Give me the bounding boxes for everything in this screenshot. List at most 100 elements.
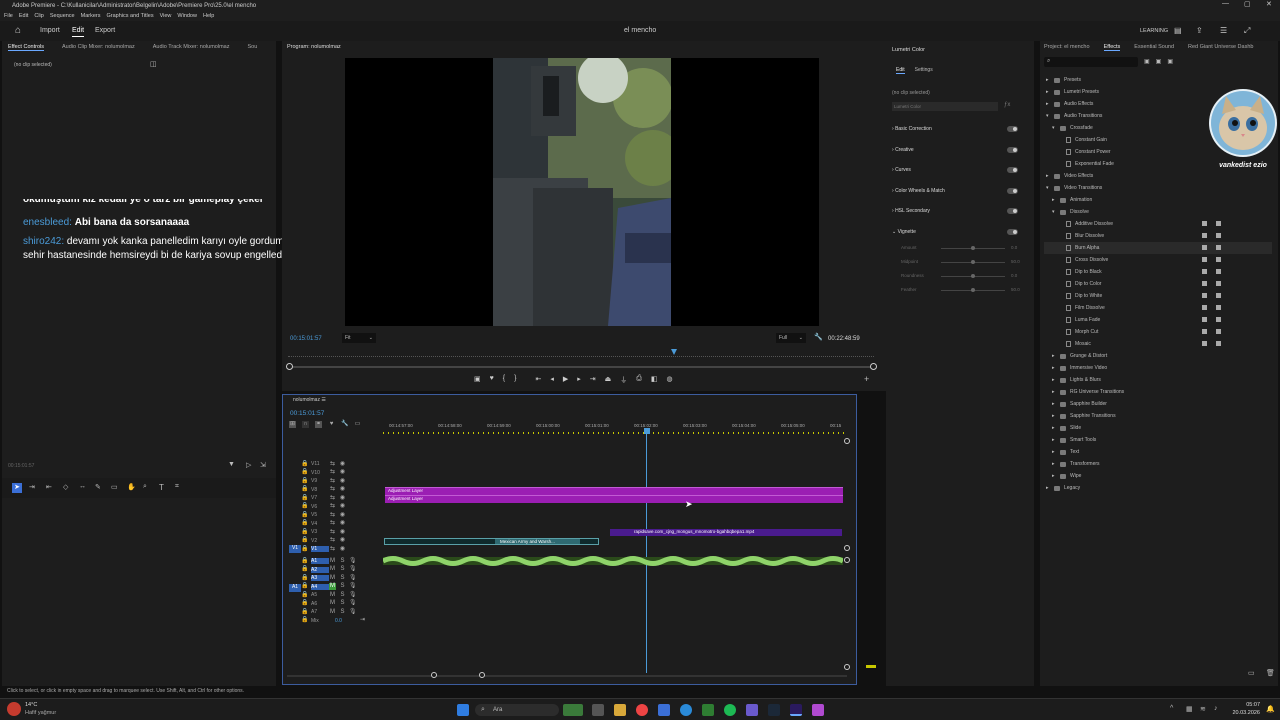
notification-icon[interactable]: 🔔 xyxy=(1266,705,1275,713)
eye-icon[interactable]: ◉ xyxy=(339,461,346,468)
eye-icon[interactable]: ◉ xyxy=(339,537,346,544)
notifications-icon[interactable]: ☰ xyxy=(1220,26,1227,35)
lock-icon[interactable]: 🔒 xyxy=(301,495,308,502)
toggle-switch[interactable] xyxy=(1007,167,1018,174)
lock-icon[interactable]: 🔒 xyxy=(301,617,308,624)
effect-item[interactable]: Luma Fade xyxy=(1044,314,1272,326)
sequence-tab[interactable]: nolumolmaz ☰ xyxy=(293,397,326,403)
tab-audio-clip-mixer[interactable]: Audio Clip Mixer: nolumolmaz xyxy=(62,44,135,50)
filter-icon[interactable]: ▼ xyxy=(228,461,235,468)
tab-red-giant[interactable]: Red Giant Universe Dashb xyxy=(1188,44,1253,50)
network-icon[interactable]: ▦ xyxy=(1186,705,1193,713)
zoom-handle-left[interactable] xyxy=(286,363,293,370)
solo-button[interactable]: S xyxy=(339,609,346,616)
timeline-ruler[interactable]: 00:14:57:00 00:14:58:00 00:14:59:00 00:1… xyxy=(383,421,845,435)
eye-icon[interactable]: ◉ xyxy=(339,486,346,493)
slider-thumb[interactable] xyxy=(971,246,975,250)
hscroll-handle-left[interactable] xyxy=(431,672,437,678)
chevron-right-icon[interactable]: ▸ xyxy=(1052,389,1060,395)
mix-end-icon[interactable]: ⇥ xyxy=(359,617,366,624)
premiere-icon[interactable] xyxy=(790,704,802,716)
chevron-right-icon[interactable]: ▸ xyxy=(1052,377,1060,383)
eye-icon[interactable]: ◉ xyxy=(339,546,346,553)
steam-icon[interactable] xyxy=(768,704,780,716)
lock-icon[interactable]: 🔒 xyxy=(301,486,308,493)
tab-essential-sound[interactable]: Essential Sound xyxy=(1134,44,1174,50)
source-patch-v1[interactable]: V1 xyxy=(289,545,301,553)
toggle-switch[interactable] xyxy=(1007,228,1018,235)
chevron-down-icon[interactable]: ▾ xyxy=(1052,125,1060,131)
chevron-right-icon[interactable]: ▸ xyxy=(1052,365,1060,371)
eye-icon[interactable]: ◉ xyxy=(339,469,346,476)
menu-edit[interactable]: Edit xyxy=(19,13,28,19)
tab-source[interactable]: Sou xyxy=(247,44,257,50)
menu-markers[interactable]: Markers xyxy=(81,13,101,19)
eye-icon[interactable]: ◉ xyxy=(339,503,346,510)
step-back-icon[interactable]: ◂ xyxy=(550,375,554,385)
lock-icon[interactable]: 🔒 xyxy=(301,558,308,565)
track-select-tool-icon[interactable]: ⇥ xyxy=(29,483,35,491)
slip-tool-icon[interactable]: ↔ xyxy=(79,483,86,490)
export-frame-icon[interactable]: ⎙ xyxy=(636,375,642,385)
mute-button[interactable]: M xyxy=(329,566,336,573)
effects-folder[interactable]: ▸ Sapphire Builder xyxy=(1044,398,1272,410)
section-vignette[interactable]: ⌄ Vignette xyxy=(886,222,1034,243)
lumetri-preset-dropdown[interactable]: Lumetri Color xyxy=(892,102,998,111)
section-hsl-secondary[interactable]: › HSL Secondary xyxy=(886,201,1034,222)
scroll-handle[interactable] xyxy=(844,438,850,444)
horizontal-scrollbar[interactable] xyxy=(287,675,847,677)
type-tool-icon[interactable]: T xyxy=(159,483,164,492)
solo-button[interactable]: S xyxy=(339,600,346,607)
windows-start-icon[interactable] xyxy=(457,704,469,716)
button-editor-icon[interactable]: ▣ xyxy=(474,375,481,385)
sync-icon[interactable]: ⇆ xyxy=(329,529,336,536)
chevron-right-icon[interactable]: ▸ xyxy=(1052,401,1060,407)
play-icon[interactable]: ▶ xyxy=(563,375,568,385)
lock-icon[interactable]: 🔒 xyxy=(301,478,308,485)
lock-icon[interactable]: 🔒 xyxy=(301,520,308,527)
add-marker-icon[interactable]: ♥ xyxy=(490,375,494,385)
effect-item[interactable]: Blur Dissolve xyxy=(1044,230,1272,242)
add-button-icon[interactable]: + xyxy=(864,374,869,384)
discord-icon[interactable] xyxy=(746,704,758,716)
widgets-icon[interactable] xyxy=(563,704,583,716)
program-ruler[interactable] xyxy=(288,351,874,357)
effects-folder[interactable]: ▾ Video Transitions xyxy=(1044,182,1272,194)
effects-folder[interactable]: ▸ Animation xyxy=(1044,194,1272,206)
mute-button[interactable]: M xyxy=(329,575,336,582)
mic-icon[interactable]: 🎙 xyxy=(349,592,357,599)
slider-thumb[interactable] xyxy=(971,288,975,292)
workspace-label[interactable]: LEARNING xyxy=(1140,28,1168,34)
effects-folder[interactable]: ▸ RG Universe Transitions xyxy=(1044,386,1272,398)
step-forward-icon[interactable]: ▸ xyxy=(577,375,581,385)
mic-icon[interactable]: 🎙 xyxy=(349,583,357,590)
chevron-right-icon[interactable]: ▸ xyxy=(1052,437,1060,443)
excel-icon[interactable] xyxy=(702,704,714,716)
snap-icon[interactable]: ∩ xyxy=(302,421,309,428)
menu-sequence[interactable]: Sequence xyxy=(50,13,75,19)
pen-tool-icon[interactable]: ✎ xyxy=(95,483,101,491)
scroll-handle[interactable] xyxy=(844,664,850,670)
sync-icon[interactable]: ⇆ xyxy=(329,495,336,502)
mic-icon[interactable]: 🎙 xyxy=(349,609,357,616)
edge-icon[interactable] xyxy=(680,704,692,716)
zoom-handle-right[interactable] xyxy=(870,363,877,370)
chevron-right-icon[interactable]: ▸ xyxy=(1052,197,1060,203)
eye-icon[interactable]: ◉ xyxy=(339,512,346,519)
share-icon[interactable]: ⇪ xyxy=(1196,26,1203,35)
video-clip-mexican[interactable]: Mexican Army and Warsh... xyxy=(384,538,599,545)
effects-folder[interactable]: ▸ Lights & Blurs xyxy=(1044,374,1272,386)
effect-item[interactable]: Burn Alpha xyxy=(1044,242,1272,254)
weather-icon[interactable] xyxy=(7,702,21,716)
export-icon[interactable]: ⇲ xyxy=(260,461,266,469)
tab-settings[interactable]: Settings xyxy=(915,67,933,74)
taskbar-search[interactable]: ⌕ Ara xyxy=(475,704,559,716)
tab-effect-controls[interactable]: Effect Controls xyxy=(8,44,44,51)
param-value[interactable]: 50.0 xyxy=(1011,259,1020,264)
chevron-right-icon[interactable]: ▸ xyxy=(1046,173,1054,179)
play-audio-icon[interactable]: ▷ xyxy=(246,461,251,469)
sync-icon[interactable]: ⇆ xyxy=(329,469,336,476)
ripple-edit-tool-icon[interactable]: ⇤ xyxy=(46,483,52,491)
tab-project[interactable]: Project: el mencho xyxy=(1044,44,1090,50)
mic-icon[interactable]: 🎙 xyxy=(349,600,357,607)
